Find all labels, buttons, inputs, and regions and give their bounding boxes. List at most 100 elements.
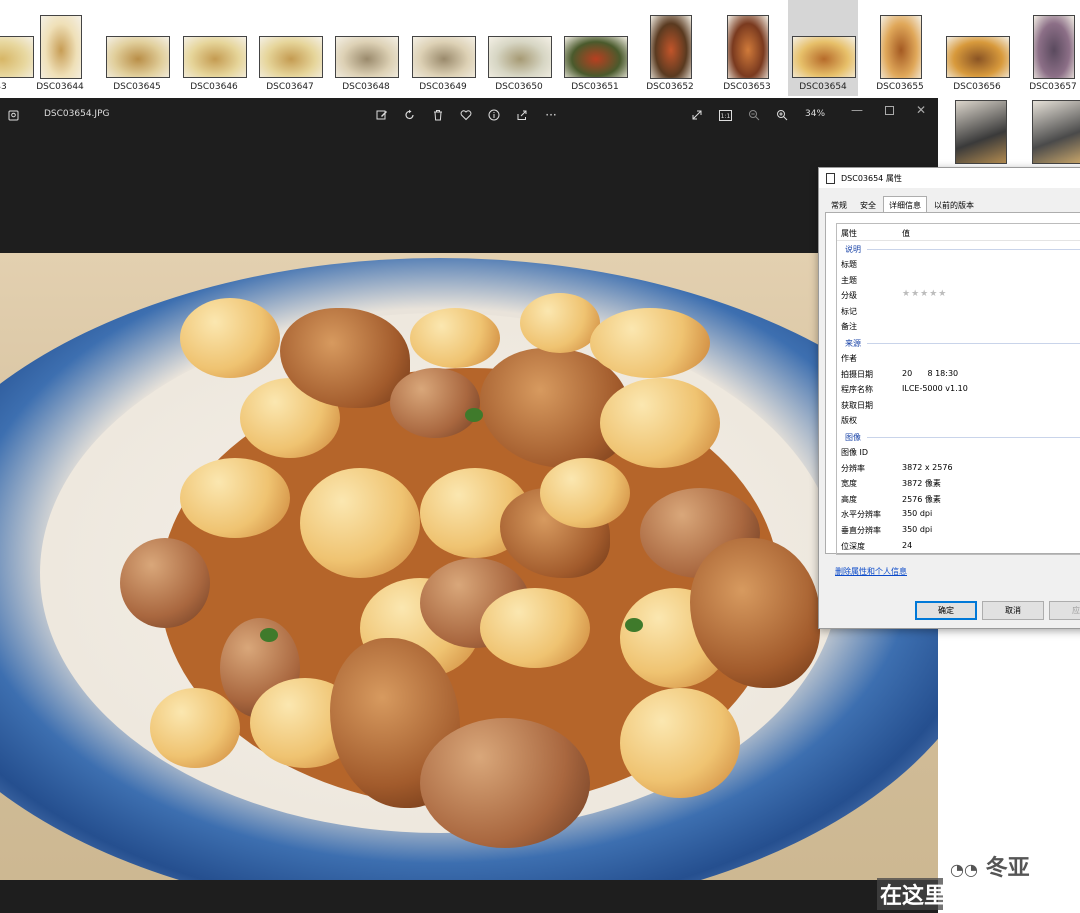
site-watermark: 在这里 <box>877 878 943 910</box>
thumbnail-caption: DSC03644 <box>36 82 84 92</box>
column-header-name[interactable]: 属性 <box>841 228 857 239</box>
property-value: 350 dpi <box>902 509 933 519</box>
thumbnail-image <box>946 36 1010 78</box>
thumbnail-item[interactable]: DSC03650 <box>484 0 554 96</box>
dialog-title: DSC03654 属性 <box>841 173 902 183</box>
zoom-out-icon[interactable] <box>747 108 761 122</box>
property-row[interactable]: 图像 ID <box>837 445 1080 461</box>
thumbnail-caption: DSC03653 <box>723 82 771 92</box>
edit-icon[interactable] <box>375 108 389 122</box>
food-piece <box>600 378 720 468</box>
thumbnail-item[interactable]: DSC03645 <box>102 0 172 96</box>
property-name: 标题 <box>841 260 857 269</box>
property-row[interactable]: 作者 <box>837 351 1080 367</box>
zoom-in-icon[interactable] <box>775 108 789 122</box>
thumbnail-item[interactable]: 43 <box>0 0 36 96</box>
group-title: 来源 <box>845 337 865 349</box>
thumbnail-item[interactable]: DSC03653 <box>723 0 771 96</box>
more-icon[interactable]: ··· <box>544 108 558 122</box>
gallery-icon[interactable] <box>6 108 20 122</box>
property-group: 图像 <box>837 429 1080 445</box>
side-thumbnail[interactable] <box>1032 100 1080 164</box>
zoom-level: 34% <box>805 109 826 119</box>
column-header-value[interactable]: 值 <box>902 228 910 239</box>
thumbnail-item[interactable]: DSC03652 <box>646 0 694 96</box>
thumbnail-caption: DSC03645 <box>113 82 161 92</box>
property-name: 标记 <box>841 306 857 316</box>
maximize-icon[interactable] <box>882 103 896 117</box>
thumbnail-image <box>727 15 769 79</box>
thumbnail-item[interactable]: DSC03648 <box>331 0 401 96</box>
food-piece <box>420 718 590 848</box>
property-row[interactable]: 版权 <box>837 413 1080 429</box>
thumbnail-item[interactable]: DSC03646 <box>179 0 249 96</box>
property-name: 版权 <box>841 416 857 426</box>
property-row[interactable]: 主题 <box>837 273 1080 289</box>
properties-grid: 属性 值 说明标题主题 分级 ★★★★★ 标记备注来源作者 拍摄日期 20 8 18:30… <box>836 223 1080 555</box>
property-row[interactable]: 拍摄日期 20 8 18:30 <box>837 367 1080 383</box>
share-icon[interactable] <box>515 108 529 122</box>
property-row[interactable]: 标记 <box>837 304 1080 320</box>
property-row[interactable]: 宽度 3872 像素 <box>837 476 1080 492</box>
property-row[interactable]: 程序名称 ILCE-5000 v1.10 <box>837 382 1080 398</box>
property-value: 2576 像素 <box>902 494 941 504</box>
rotate-icon[interactable] <box>403 108 417 122</box>
property-name: 图像 ID <box>841 447 869 457</box>
thumbnail-item[interactable]: DSC03656 <box>942 0 1012 96</box>
property-row[interactable]: 水平分辨率 350 dpi <box>837 507 1080 523</box>
thumbnail-item[interactable]: DSC03655 <box>876 0 924 96</box>
photo-canvas <box>0 253 938 880</box>
rating-stars[interactable]: ★★★★★ <box>902 289 947 299</box>
property-name: 高度 <box>841 494 857 504</box>
property-row[interactable]: 垂直分辨率 350 dpi <box>837 523 1080 539</box>
cancel-button[interactable]: 取消 <box>982 601 1044 620</box>
dialog-tabs: 常规 安全 详细信息 以前的版本 <box>825 196 981 213</box>
delete-icon[interactable] <box>431 108 445 122</box>
thumbnail-caption: DSC03651 <box>571 82 619 92</box>
watermark-author: 冬亚 <box>985 856 1030 881</box>
thumbnail-image <box>40 15 82 79</box>
property-name: 拍摄日期 <box>841 369 873 379</box>
minimize-icon[interactable]: — <box>850 103 864 117</box>
thumbnail-item[interactable]: DSC03649 <box>408 0 478 96</box>
thumbnail-item[interactable]: DSC03657 <box>1029 0 1077 96</box>
food-piece <box>540 458 630 528</box>
side-thumbnail[interactable] <box>955 100 1007 164</box>
close-icon[interactable]: ✕ <box>914 103 928 117</box>
thumbnail-image <box>0 36 34 78</box>
property-name: 垂直分辨率 <box>841 525 881 535</box>
thumbnail-image <box>880 15 922 79</box>
remove-properties-link[interactable]: 删除属性和个人信息 <box>835 566 907 577</box>
info-icon[interactable] <box>487 108 501 122</box>
tab-2[interactable]: 详细信息 <box>883 196 927 213</box>
property-row[interactable]: 标题 <box>837 257 1080 273</box>
favorite-icon[interactable] <box>459 108 473 122</box>
apply-button[interactable]: 应用 <box>1049 601 1080 620</box>
thumbnail-caption: DSC03655 <box>876 82 924 92</box>
herb-garnish <box>260 628 278 642</box>
property-group: 说明 <box>837 241 1080 257</box>
property-row[interactable]: 备注 <box>837 319 1080 335</box>
fullscreen-icon[interactable] <box>690 108 704 122</box>
thumbnail-caption: DSC03654 <box>799 82 847 92</box>
property-row[interactable]: 位深度 24 <box>837 539 1080 555</box>
thumbnail-item[interactable]: DSC03651 <box>560 0 630 96</box>
thumbnail-caption: DSC03652 <box>646 82 694 92</box>
thumbnail-image <box>412 36 476 78</box>
property-row[interactable]: 高度 2576 像素 <box>837 492 1080 508</box>
thumbnail-item[interactable]: DSC03647 <box>255 0 325 96</box>
property-row[interactable]: 分级 ★★★★★ <box>837 288 1080 304</box>
svg-text:1:1: 1:1 <box>720 113 730 120</box>
ok-button[interactable]: 确定 <box>915 601 977 620</box>
thumbnail-image <box>1033 15 1075 79</box>
thumbnail-item[interactable]: DSC03654 <box>788 0 858 96</box>
thumbnail-item[interactable]: DSC03644 <box>36 0 84 96</box>
property-value: 350 dpi <box>902 524 933 534</box>
property-name: 宽度 <box>841 479 857 489</box>
property-row[interactable]: 分辨率 3872 x 2576 <box>837 461 1080 477</box>
wechat-icon: ◔◔ <box>950 860 978 879</box>
thumbnail-image <box>650 15 692 79</box>
actual-size-icon[interactable]: 1:1 <box>718 108 732 122</box>
property-row[interactable]: 获取日期 <box>837 398 1080 414</box>
thumbnail-caption: DSC03649 <box>419 82 467 92</box>
